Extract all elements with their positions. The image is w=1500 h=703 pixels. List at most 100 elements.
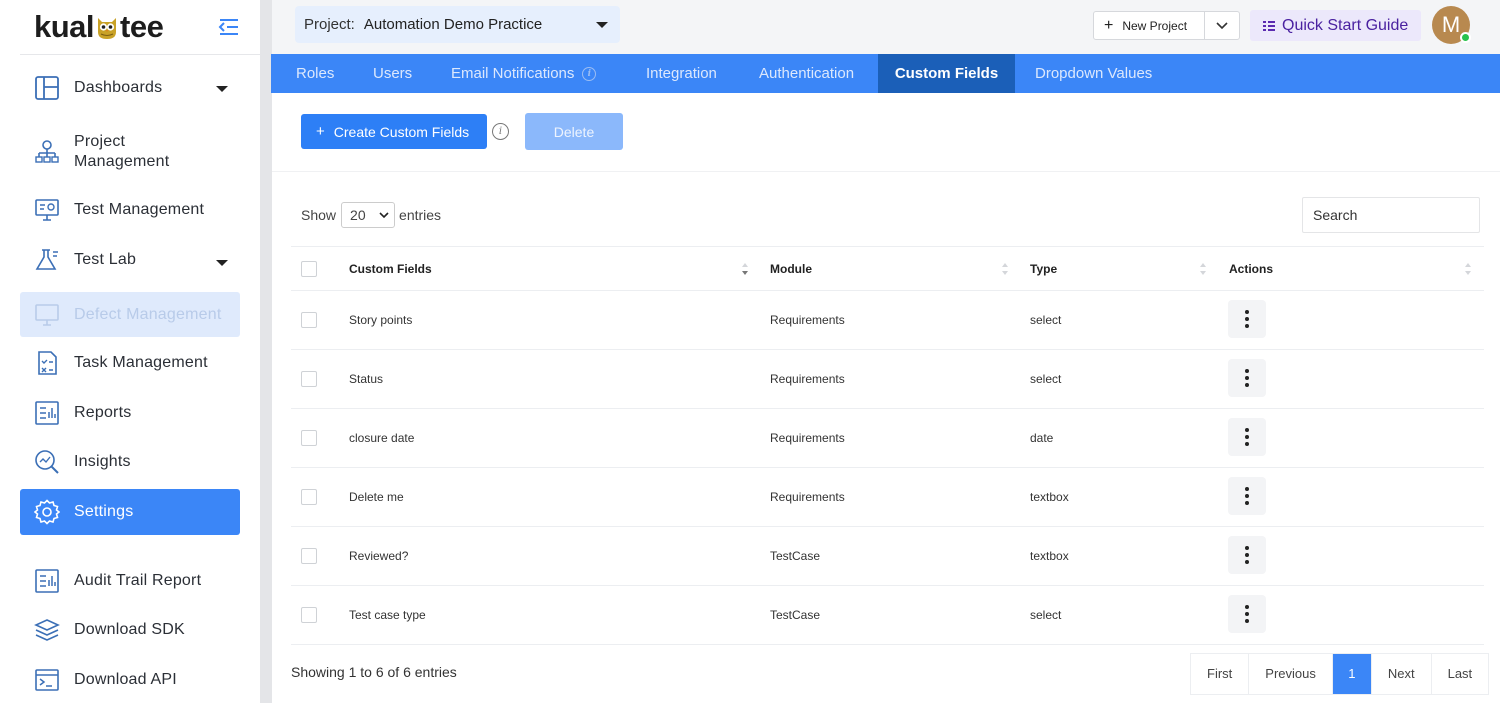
cell-type: textbox — [1030, 549, 1069, 563]
caret-down-icon — [596, 22, 608, 28]
cell-module: TestCase — [770, 608, 821, 622]
audit-report-icon — [35, 569, 59, 593]
delete-button[interactable]: Delete — [525, 113, 623, 150]
sidebar-item-dashboards[interactable]: Dashboards — [20, 65, 240, 111]
row-actions-menu-icon[interactable] — [1228, 595, 1266, 633]
sidebar-item-task-management[interactable]: Task Management — [20, 343, 240, 383]
tab-label: Roles — [296, 65, 335, 82]
caret-down-icon — [216, 260, 228, 266]
tab-custom-fields[interactable]: Custom Fields — [878, 54, 1015, 93]
collapse-sidebar-icon[interactable] — [218, 16, 240, 38]
caret-down-icon — [216, 86, 228, 92]
cell-type: select — [1030, 608, 1062, 622]
row-actions-menu-icon[interactable] — [1228, 359, 1266, 397]
sidebar-item-label: Task Management — [74, 354, 208, 371]
sort-icon[interactable] — [741, 261, 749, 277]
sidebar-item-test-management[interactable]: Test Management — [20, 190, 240, 230]
info-icon[interactable]: i — [492, 123, 509, 140]
page-length-select[interactable]: 20 — [341, 202, 396, 228]
row-checkbox[interactable] — [301, 430, 317, 446]
sort-icon[interactable] — [1464, 261, 1472, 277]
sitemap-icon — [35, 140, 59, 163]
sidebar-item-project-management[interactable]: Project Management — [20, 124, 240, 180]
project-selector[interactable]: Project: Automation Demo Practice — [295, 6, 620, 43]
tab-label: Integration — [646, 65, 717, 82]
logo-text-left: kual — [34, 9, 95, 44]
sidebar-item-label: Download API — [74, 671, 177, 688]
search-input[interactable]: Search — [1302, 197, 1480, 233]
entries-label: entries — [399, 207, 442, 223]
table-row: Story points Requirements select — [291, 291, 1484, 350]
sidebar-item-audit-trail-report[interactable]: Audit Trail Report — [20, 561, 240, 601]
list-icon — [1263, 20, 1275, 31]
pagination-next-button[interactable]: Next — [1372, 654, 1432, 694]
monitor-settings-icon — [35, 199, 59, 221]
tab-roles[interactable]: Roles — [296, 54, 334, 93]
create-button-label: Create Custom Fields — [333, 123, 470, 140]
new-project-label: New Project — [1122, 18, 1188, 33]
info-icon[interactable]: i — [582, 67, 597, 82]
divider — [272, 171, 1500, 172]
sidebar-item-label: Project Management — [74, 133, 170, 170]
tab-integration[interactable]: Integration — [646, 54, 717, 93]
column-header-custom-fields[interactable]: Custom Fields — [349, 247, 432, 291]
button-divider — [1204, 12, 1205, 39]
column-header-actions: Actions — [1229, 262, 1274, 276]
row-actions-menu-icon[interactable] — [1228, 418, 1266, 456]
new-project-button[interactable]: + New Project — [1093, 11, 1240, 40]
sidebar-item-test-lab[interactable]: Test Lab — [20, 240, 240, 280]
sidebar-item-label: Insights — [74, 453, 131, 470]
avatar-initial: M — [1441, 12, 1461, 37]
table-row: closure date Requirements date — [291, 409, 1484, 468]
column-header-type[interactable]: Type — [1030, 247, 1057, 291]
row-checkbox[interactable] — [301, 607, 317, 623]
insights-icon — [35, 450, 59, 474]
tab-dropdown-values[interactable]: Dropdown Values — [1035, 54, 1152, 93]
chevron-down-icon[interactable] — [1214, 17, 1230, 33]
delete-button-label: Delete — [553, 123, 595, 140]
sidebar-item-reports[interactable]: Reports — [20, 393, 240, 433]
sidebar-item-download-api[interactable]: Download API — [20, 660, 240, 700]
row-checkbox[interactable] — [301, 312, 317, 328]
page-length-value: 20 — [350, 207, 366, 223]
cell-type: select — [1030, 372, 1062, 386]
row-checkbox[interactable] — [301, 371, 317, 387]
tab-users[interactable]: Users — [373, 54, 412, 93]
cell-custom-field: Test case type — [349, 608, 426, 622]
row-actions-menu-icon[interactable] — [1228, 477, 1266, 515]
sort-icon[interactable] — [1199, 261, 1207, 277]
row-actions-menu-icon[interactable] — [1228, 536, 1266, 574]
pagination-first-button[interactable]: First — [1191, 654, 1250, 694]
table-row: Test case type TestCase select — [291, 586, 1484, 645]
tab-authentication[interactable]: Authentication — [759, 54, 854, 93]
sidebar: kual tee Dashboards Project Management T… — [0, 0, 260, 703]
cell-module: Requirements — [770, 372, 845, 386]
sidebar-item-label: Reports — [74, 404, 132, 421]
pagination: First Previous 1 Next Last — [1190, 653, 1490, 695]
row-actions-menu-icon[interactable] — [1228, 300, 1266, 338]
terminal-icon — [35, 669, 59, 691]
sidebar-scrollbar[interactable] — [260, 0, 272, 703]
show-label: Show — [301, 207, 337, 223]
user-avatar[interactable]: M — [1432, 6, 1471, 44]
tab-email-notifications[interactable]: Email Notifications i — [451, 54, 597, 93]
defect-icon — [35, 304, 59, 326]
row-checkbox[interactable] — [301, 548, 317, 564]
pagination-last-button[interactable]: Last — [1432, 654, 1489, 694]
row-checkbox[interactable] — [301, 489, 317, 505]
cell-custom-field: Delete me — [349, 490, 404, 504]
cell-custom-field: Reviewed? — [349, 549, 409, 563]
kualitee-logo[interactable]: kual tee — [34, 9, 164, 45]
sidebar-item-insights[interactable]: Insights — [20, 442, 240, 482]
column-header-module[interactable]: Module — [770, 247, 812, 291]
sort-icon[interactable] — [1001, 261, 1009, 277]
sidebar-item-download-sdk[interactable]: Download SDK — [20, 610, 240, 650]
create-custom-fields-button[interactable]: + Create Custom Fields — [301, 114, 487, 149]
pagination-page-1-button[interactable]: 1 — [1332, 654, 1372, 694]
pagination-previous-button[interactable]: Previous — [1249, 654, 1333, 694]
sidebar-item-defect-management[interactable]: Defect Management — [20, 292, 240, 337]
chevron-down-icon — [379, 212, 389, 219]
quick-start-guide-button[interactable]: Quick Start Guide — [1250, 10, 1421, 41]
sidebar-item-settings[interactable]: Settings — [20, 489, 240, 535]
select-all-checkbox[interactable] — [301, 261, 317, 277]
